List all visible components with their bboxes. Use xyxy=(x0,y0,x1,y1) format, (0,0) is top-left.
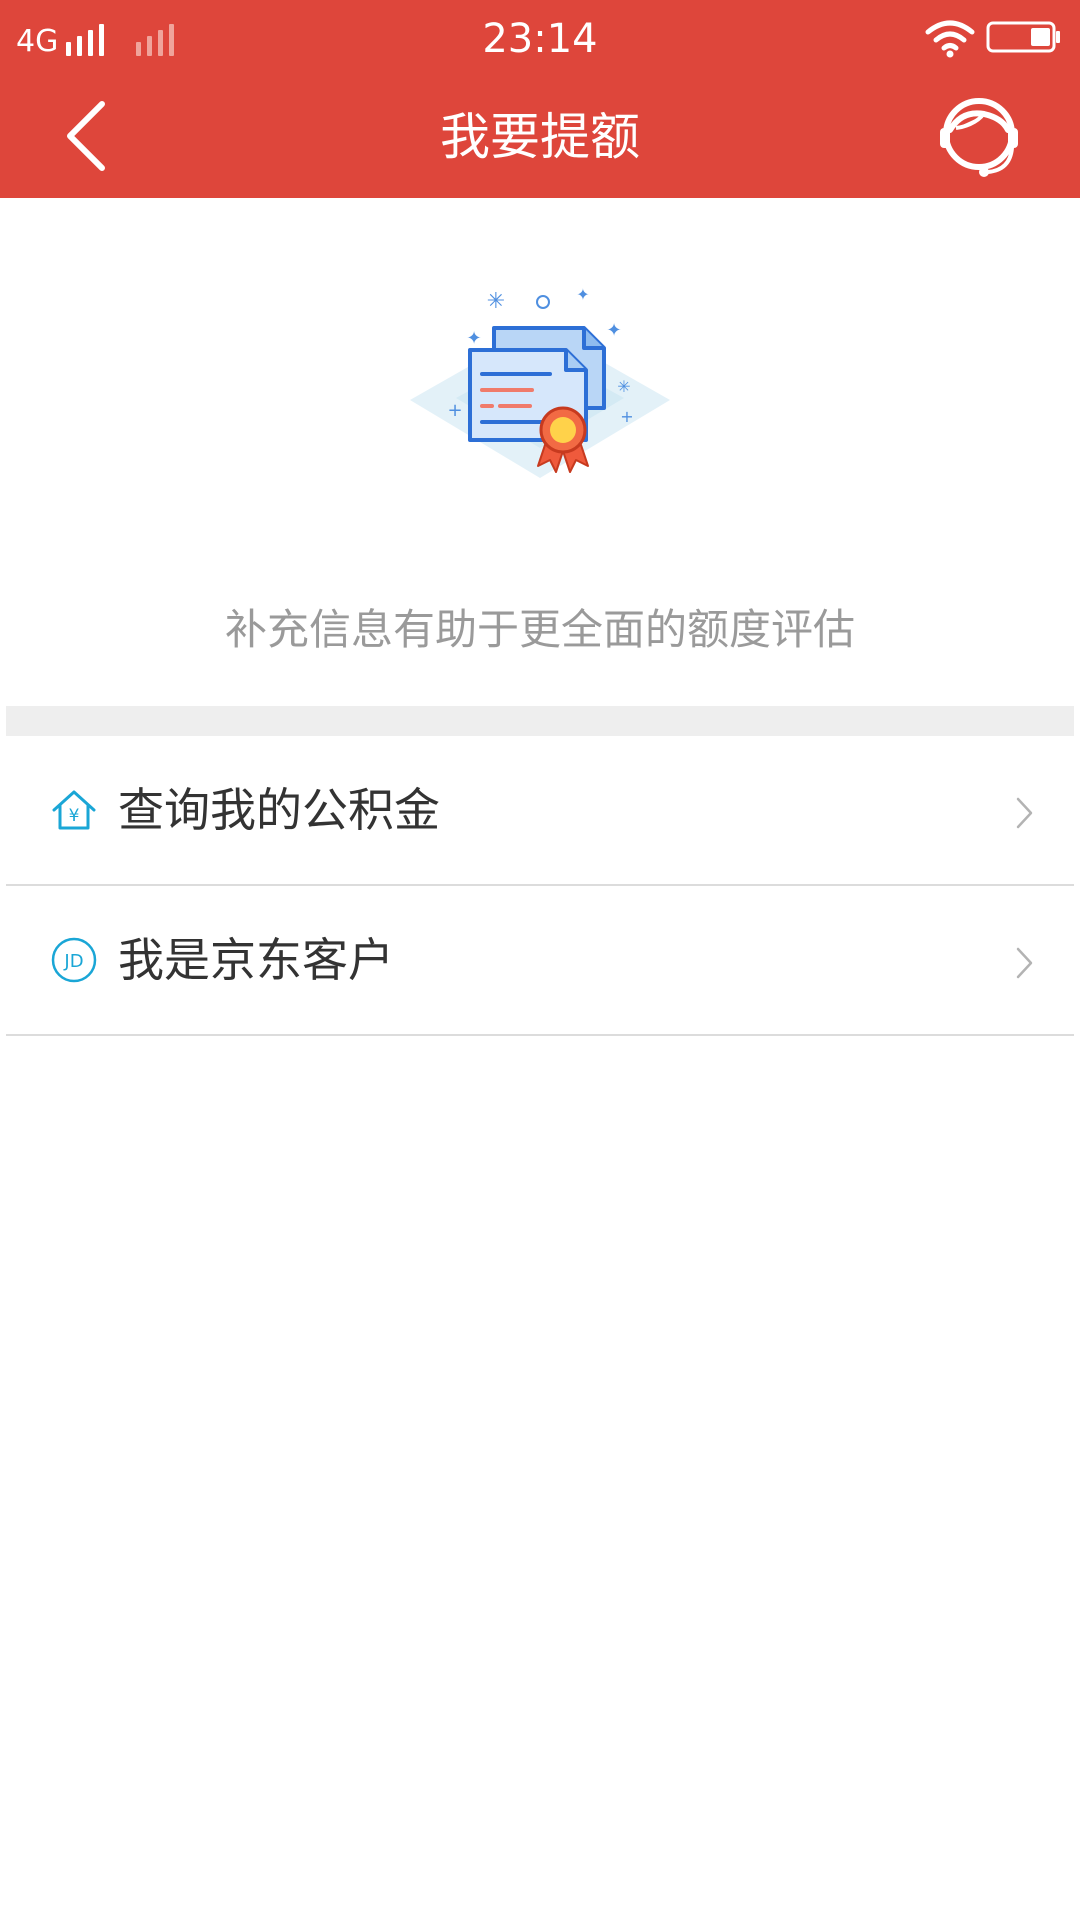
svg-text:✳: ✳ xyxy=(617,377,630,396)
svg-text:¥: ¥ xyxy=(69,806,80,826)
list-item-label: 我是京东客户 xyxy=(118,933,394,987)
chevron-right-icon xyxy=(1016,947,1033,979)
app-header: 4G 23:14 我要提额 xyxy=(0,0,1080,198)
svg-text:✦: ✦ xyxy=(466,328,481,349)
section-divider xyxy=(6,706,1074,736)
status-time: 23:14 xyxy=(482,16,598,62)
wifi-icon xyxy=(925,20,975,58)
svg-text:+: + xyxy=(447,400,462,421)
status-bar: 4G 23:14 xyxy=(0,0,1080,76)
list-item-jd-customer[interactable]: JD 我是京东客户 xyxy=(6,886,1074,1036)
svg-text:✦: ✦ xyxy=(576,285,589,304)
battery-icon xyxy=(986,21,1060,53)
list-item-housing-fund[interactable]: ¥ 查询我的公积金 xyxy=(6,736,1074,886)
svg-text:✳: ✳ xyxy=(487,289,505,314)
page-title: 我要提额 xyxy=(440,108,640,166)
jd-icon: JD xyxy=(51,937,97,983)
customer-service-icon[interactable] xyxy=(932,90,1026,184)
navigation-bar: 我要提额 xyxy=(0,76,1080,198)
hero-subtitle: 补充信息有助于更全面的额度评估 xyxy=(224,605,855,654)
svg-text:+: + xyxy=(620,407,633,426)
certificate-illustration: ✳ ✦ ✦ ✦ ✳ + + xyxy=(410,285,670,478)
chevron-right-icon xyxy=(1016,797,1033,829)
list-item-label: 查询我的公积金 xyxy=(118,783,440,837)
house-yuan-icon: ¥ xyxy=(52,790,96,830)
svg-text:JD: JD xyxy=(63,951,83,972)
svg-text:✦: ✦ xyxy=(606,320,621,341)
